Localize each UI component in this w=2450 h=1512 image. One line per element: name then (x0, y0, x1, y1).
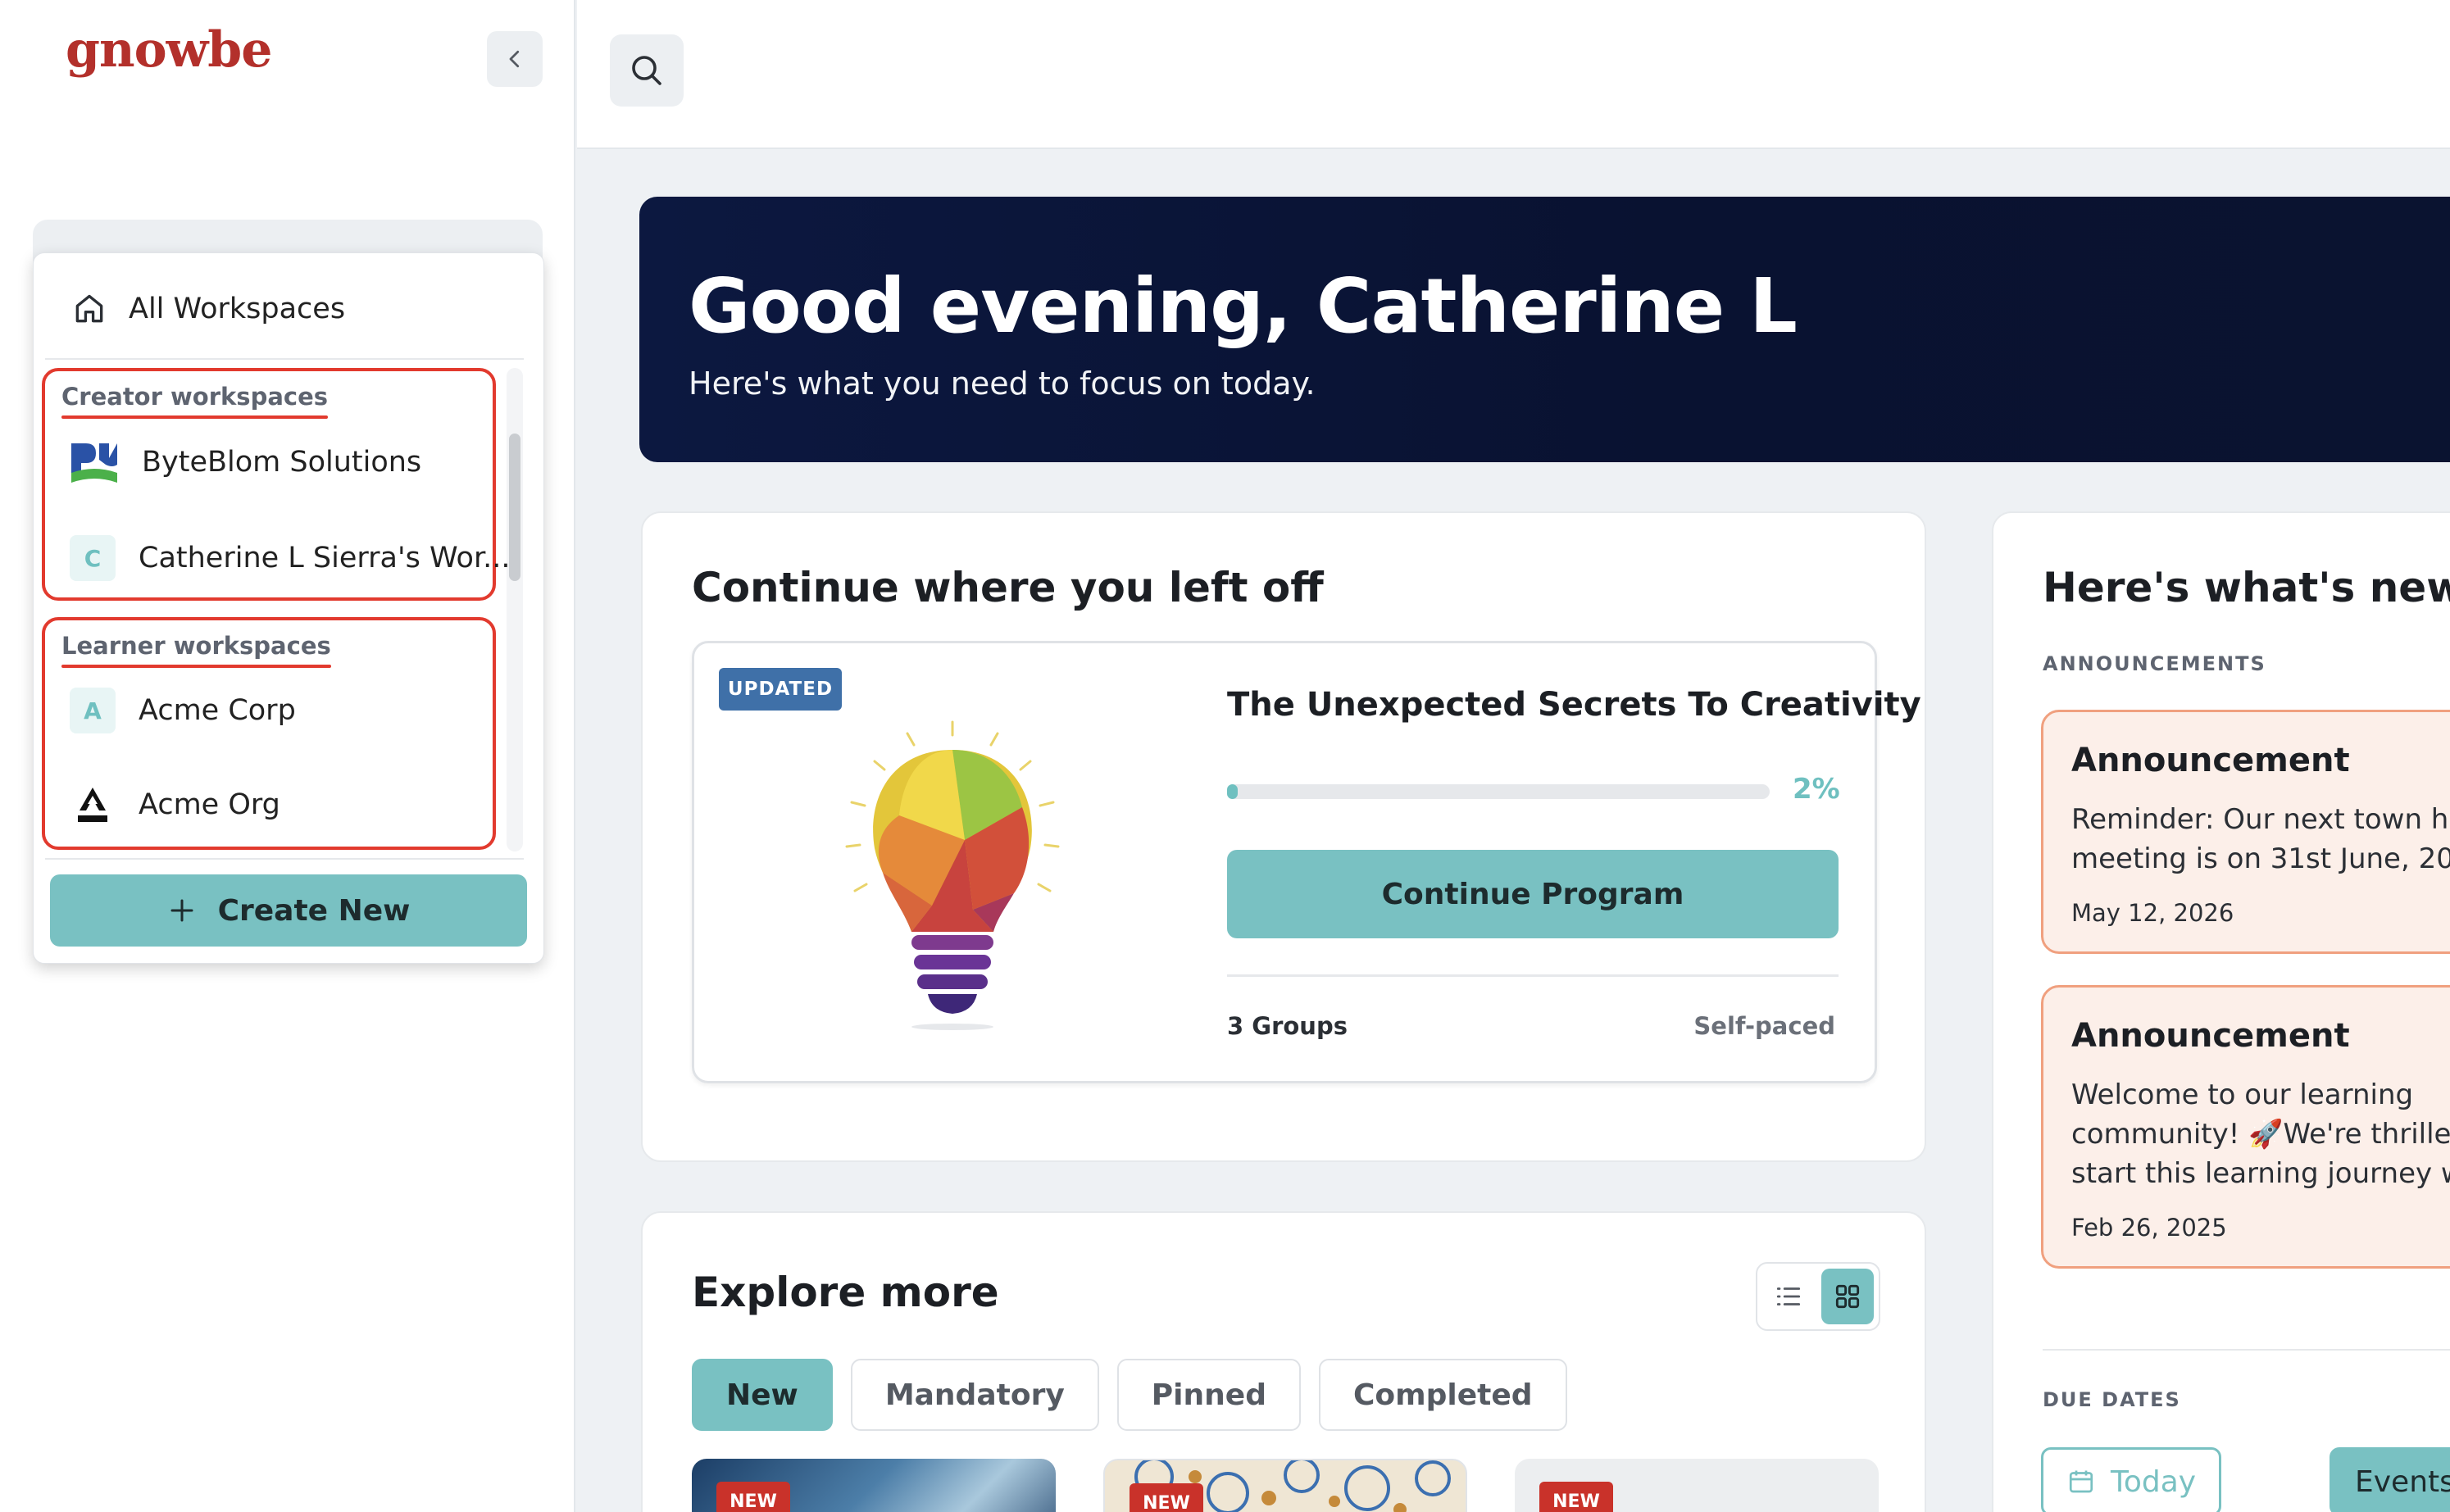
groups-count: 3 Groups (1227, 1012, 1348, 1040)
workspace-item-label: Acme Org (139, 788, 280, 821)
explore-tabs: New Mandatory Pinned Completed (692, 1359, 1567, 1431)
all-workspaces-item[interactable]: All Workspaces (71, 291, 345, 327)
workspace-item-label: Acme Corp (139, 694, 296, 727)
workspace-list-scrollbar[interactable] (509, 434, 520, 581)
list-view-button[interactable] (1762, 1269, 1815, 1324)
today-button[interactable]: Today (2041, 1447, 2222, 1512)
new-badge: NEW (716, 1482, 790, 1512)
continue-title: Continue where you left off (692, 564, 1324, 611)
greeting-banner: Good evening, Catherine L Here's what yo… (639, 197, 2450, 462)
divider (45, 358, 524, 360)
announcement-title: Announcement (2071, 742, 2350, 779)
gnowbe-logo[interactable]: gnowbe (66, 21, 272, 79)
tab-mandatory[interactable]: Mandatory (850, 1359, 1099, 1431)
due-dates-label: DUE DATES (2043, 1388, 2181, 1411)
announcements-label: ANNOUNCEMENTS (2043, 652, 2266, 675)
today-label: Today (2111, 1464, 2197, 1499)
program-card[interactable]: UPDATED The Unexpected Secrets To Creati… (692, 641, 1921, 1083)
progress-bar-fill (1227, 784, 1239, 799)
tab-new[interactable]: New (692, 1359, 833, 1431)
divider (2043, 1349, 2450, 1351)
tab-completed[interactable]: Completed (1318, 1359, 1567, 1431)
announcement-text: start this learning journey wit (2071, 1157, 2450, 1190)
learner-workspaces-title: Learner workspaces (61, 632, 331, 668)
sidebar: gnowbe All Workspaces Creator workspaces… (0, 0, 575, 1512)
announcement-text: community! 🚀We're thrilled t (2071, 1118, 2450, 1151)
announcement-text: Reminder: Our next town hal (2071, 803, 2450, 836)
announcement-text: Welcome to our learning (2071, 1078, 2414, 1111)
view-toggle (1756, 1262, 1880, 1331)
whats-new-card: Here's what's new! ANNOUNCEMENTS Announc… (1992, 511, 2450, 1512)
continue-card: Continue where you left off UPDATED The … (641, 511, 1926, 1162)
program-title: The Unexpected Secrets To Creativity (1227, 686, 1921, 724)
divider (45, 858, 524, 860)
collapse-sidebar-button[interactable] (487, 31, 543, 87)
events-label: Events (2355, 1464, 2450, 1499)
workspace-avatar: C (70, 535, 116, 581)
lightbulb-illustration-icon (845, 720, 1060, 1030)
progress-percent: 2% (1793, 773, 1840, 806)
search-button[interactable] (610, 34, 684, 107)
explore-card: Explore more New Mandatory Pinned Comple… (641, 1211, 1926, 1512)
progress-bar (1227, 784, 1770, 799)
creator-workspaces-title: Creator workspaces (61, 383, 329, 419)
grid-icon (1835, 1284, 1860, 1309)
announcement-card[interactable]: Announcement Reminder: Our next town hal… (2041, 710, 2450, 954)
acme-logo-icon (78, 788, 107, 822)
announcement-text: meeting is on 31st June, 2026 (2071, 842, 2450, 875)
continue-program-button[interactable]: Continue Program (1227, 850, 1839, 938)
workspace-item-catherine[interactable]: C Catherine L Sierra's Wor... (70, 535, 511, 581)
home-icon (75, 294, 103, 323)
tab-pinned[interactable]: Pinned (1116, 1359, 1301, 1431)
workspace-dropdown: All Workspaces Creator workspaces ByteBl… (33, 252, 544, 964)
top-bar (577, 0, 2450, 149)
announcement-date: Feb 26, 2025 (2071, 1214, 2227, 1242)
calendar-icon (2069, 1470, 2093, 1493)
greeting-subtitle: Here's what you need to focus on today. (689, 366, 1316, 402)
list-icon (1776, 1287, 1801, 1305)
whats-new-title: Here's what's new! (2043, 564, 2450, 611)
divider (1227, 974, 1839, 977)
workspace-item-label: Catherine L Sierra's Wor... (139, 542, 511, 574)
all-workspaces-label: All Workspaces (129, 293, 346, 325)
updated-badge: UPDATED (719, 668, 842, 711)
new-badge: NEW (1130, 1483, 1203, 1512)
chevron-left-icon (509, 50, 520, 68)
pace-label: Self-paced (1693, 1012, 1835, 1040)
workspace-item-acme-corp[interactable]: A Acme Corp (70, 688, 296, 733)
greeting-title: Good evening, Catherine L (689, 262, 1798, 350)
events-button[interactable]: Events (2330, 1447, 2450, 1512)
search-icon (632, 56, 661, 85)
announcement-card[interactable]: Announcement Welcome to our learning com… (2041, 985, 2450, 1269)
workspace-item-acme-org[interactable]: Acme Org (70, 784, 280, 825)
plus-icon (170, 899, 193, 922)
announcement-title: Announcement (2071, 1017, 2350, 1055)
grid-view-button[interactable] (1821, 1269, 1874, 1324)
new-badge: NEW (1539, 1482, 1613, 1512)
program-thumbnail[interactable]: NEW (1515, 1459, 1879, 1512)
workspace-avatar: A (70, 688, 116, 733)
byteblom-logo-icon (71, 443, 117, 483)
create-new-button[interactable]: Create New (50, 874, 527, 947)
program-thumbnail[interactable]: NEW (1103, 1459, 1467, 1512)
create-new-label: Create New (217, 893, 411, 928)
program-thumbnail[interactable]: NEW (692, 1459, 1056, 1512)
workspace-item-label: ByteBlom Solutions (142, 446, 422, 479)
workspace-item-byteblom[interactable]: ByteBlom Solutions (70, 440, 421, 484)
explore-title: Explore more (692, 1269, 999, 1316)
announcement-date: May 12, 2026 (2071, 899, 2234, 927)
